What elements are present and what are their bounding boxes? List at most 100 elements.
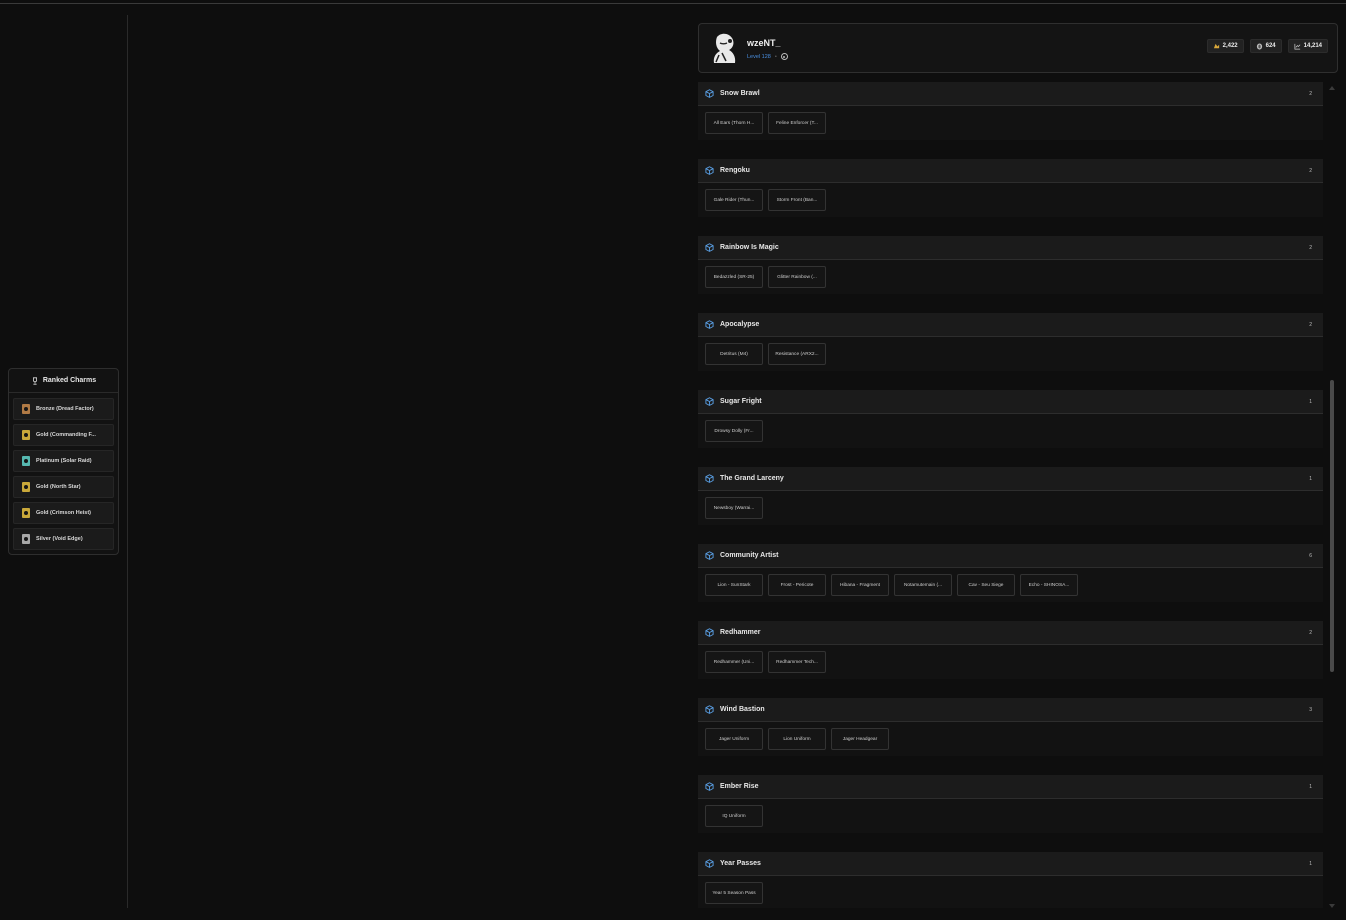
collection-item-chip[interactable]: Lion - SunStark — [705, 574, 763, 596]
collection-items: Redhammer (Uni... Redhammer Tech... — [698, 645, 1323, 679]
collection-item-chip[interactable]: Hibana - Fragment — [831, 574, 889, 596]
collection-title: Apocalypse — [720, 321, 760, 328]
collection-items: Bedazzled (SR-25) Glitter Rainbow (... — [698, 260, 1323, 294]
collection-items: Gale Rider (Thun... Storm Front (Ban... — [698, 183, 1323, 217]
ranked-charms-list: Bronze (Dread Factor) Gold (Commanding F.… — [9, 393, 118, 557]
collection-title: The Grand Larceny — [720, 475, 784, 482]
collection-section: Community Artist 6 Lion - SunStark Frost - … — [698, 544, 1323, 602]
collection-count: 2 — [1309, 629, 1312, 636]
collection-header[interactable]: Rainbow Is Magic 2 — [698, 236, 1323, 260]
stat-coins-value: 2,422 — [1222, 43, 1238, 49]
charm-item[interactable]: Gold (Commanding F... — [13, 424, 114, 446]
collection-item-chip[interactable]: Cav - Seu Siege — [957, 574, 1015, 596]
level-row: Level 128 • — [747, 53, 788, 60]
ranked-charms-header: Ranked Charms — [9, 369, 118, 393]
scroll-down-arrow-icon[interactable] — [1329, 904, 1335, 908]
collection-item-chip[interactable]: Resistance (ARX2... — [768, 343, 826, 365]
scrollbar[interactable] — [1327, 84, 1337, 910]
collection-section: Year Passes 1 Year 5 Season Pass — [698, 852, 1323, 908]
collection-item-chip[interactable]: Feline Enforcer (T... — [768, 112, 826, 134]
collection-item-chip[interactable]: Newsboy (Warrai... — [705, 497, 763, 519]
collection-items: Jager Uniform Lion Uniform Jager Headgear — [698, 722, 1323, 756]
avatar[interactable] — [708, 31, 740, 65]
collection-item-chip[interactable]: Redhammer Tech... — [768, 651, 826, 673]
collection-items: Year 5 Season Pass — [698, 876, 1323, 908]
collection-title: Rengoku — [720, 167, 750, 174]
collection-title: Ember Rise — [720, 783, 759, 790]
stat-coins: 2,422 — [1206, 39, 1244, 53]
scroll-up-arrow-icon[interactable] — [1329, 86, 1335, 90]
stat-renown: 624 — [1249, 39, 1282, 53]
collection-item-chip[interactable]: Redhammer (Uni... — [705, 651, 763, 673]
cube-icon — [705, 397, 714, 406]
collection-item-chip[interactable]: Storm Front (Ban... — [768, 189, 826, 211]
collection-header[interactable]: Wind Bastion 3 — [698, 698, 1323, 722]
charm-item[interactable]: Gold (Crimson Heist) — [13, 502, 114, 524]
collection-count: 1 — [1309, 398, 1312, 405]
charm-item[interactable]: Platinum (Solar Raid) — [13, 450, 114, 472]
stat-rating: 14,214 — [1287, 39, 1328, 53]
cube-icon — [705, 166, 714, 175]
collection-header[interactable]: Rengoku 2 — [698, 159, 1323, 183]
scroll-thumb[interactable] — [1330, 380, 1334, 672]
collection-item-chip[interactable]: Lion Uniform — [768, 728, 826, 750]
collection-item-chip[interactable]: Gale Rider (Thun... — [705, 189, 763, 211]
collection-header[interactable]: Community Artist 6 — [698, 544, 1323, 568]
collection-items: Detritus (M4) Resistance (ARX2... — [698, 337, 1323, 371]
collection-item-chip[interactable]: Jager Headgear — [831, 728, 889, 750]
collection-item-chip[interactable]: Notamutemain (... — [894, 574, 952, 596]
collection-title: Rainbow Is Magic — [720, 244, 779, 251]
cube-icon — [705, 782, 714, 791]
cube-icon — [705, 859, 714, 868]
collection-section: Wind Bastion 3 Jager Uniform Lion Uniform Ja… — [698, 698, 1323, 756]
collection-header[interactable]: Ember Rise 1 — [698, 775, 1323, 799]
collection-section: Sugar Fright 1 Drowsy Dolly (Fr... — [698, 390, 1323, 448]
collection-header[interactable]: Snow Brawl 2 — [698, 82, 1323, 106]
collection-section: Apocalypse 2 Detritus (M4) Resistance (ARX2… — [698, 313, 1323, 371]
collection-items: Newsboy (Warrai... — [698, 491, 1323, 525]
charm-item[interactable]: Gold (North Star) — [13, 476, 114, 498]
collection-count: 2 — [1309, 321, 1312, 328]
charm-badge-icon — [22, 482, 30, 492]
collection-count: 1 — [1309, 475, 1312, 482]
collection-title: Snow Brawl — [720, 90, 760, 97]
collection-item-chip[interactable]: Glitter Rainbow (... — [768, 266, 826, 288]
charm-badge-icon — [22, 534, 30, 544]
collection-item-chip[interactable]: IQ Uniform — [705, 805, 763, 827]
collection-header[interactable]: Apocalypse 2 — [698, 313, 1323, 337]
collection-item-chip[interactable]: Frost - Pericote — [768, 574, 826, 596]
charm-label: Gold (Crimson Heist) — [36, 510, 92, 516]
collection-header[interactable]: Redhammer 2 — [698, 621, 1323, 645]
charm-item[interactable]: Bronze (Dread Factor) — [13, 398, 114, 420]
collection-section: Redhammer 2 Redhammer (Uni... Redhammer Tec… — [698, 621, 1323, 679]
collection-title: Redhammer — [720, 629, 761, 636]
stats-bar: 2,422 624 14,214 — [1206, 39, 1328, 53]
collection-section: Snow Brawl 2 All Ears (Thorn H... Feline En… — [698, 82, 1323, 140]
charm-item[interactable]: Silver (Void Edge) — [13, 528, 114, 550]
charm-label: Gold (North Star) — [36, 484, 81, 490]
collection-count: 3 — [1309, 706, 1312, 713]
collection-item-chip[interactable]: All Ears (Thorn H... — [705, 112, 763, 134]
charm-label: Silver (Void Edge) — [36, 536, 83, 542]
collection-item-chip[interactable]: Drowsy Dolly (Fr... — [705, 420, 763, 442]
collection-item-chip[interactable]: Detritus (M4) — [705, 343, 763, 365]
chart-icon — [1294, 43, 1301, 49]
collection-items: Drowsy Dolly (Fr... — [698, 414, 1323, 448]
collection-header[interactable]: The Grand Larceny 1 — [698, 467, 1323, 491]
collection-count: 2 — [1309, 90, 1312, 97]
charm-badge-icon — [22, 508, 30, 518]
cube-icon — [705, 89, 714, 98]
collection-item-chip[interactable]: Bedazzled (SR-25) — [705, 266, 763, 288]
charm-badge-icon — [22, 430, 30, 440]
collection-item-chip[interactable]: Jager Uniform — [705, 728, 763, 750]
collection-count: 2 — [1309, 244, 1312, 251]
username: wzeNT_ — [747, 38, 781, 48]
collection-item-chip[interactable]: Year 5 Season Pass — [705, 882, 763, 904]
sidebar-divider — [127, 15, 128, 908]
collection-item-chip[interactable]: Echo - SHINOSA... — [1020, 574, 1078, 596]
collection-header[interactable]: Sugar Fright 1 — [698, 390, 1323, 414]
collection-items: All Ears (Thorn H... Feline Enforcer (T..… — [698, 106, 1323, 140]
collection-header[interactable]: Year Passes 1 — [698, 852, 1323, 876]
collection-items: Lion - SunStark Frost - Pericote Hibana - … — [698, 568, 1323, 602]
collection-items: IQ Uniform — [698, 799, 1323, 833]
